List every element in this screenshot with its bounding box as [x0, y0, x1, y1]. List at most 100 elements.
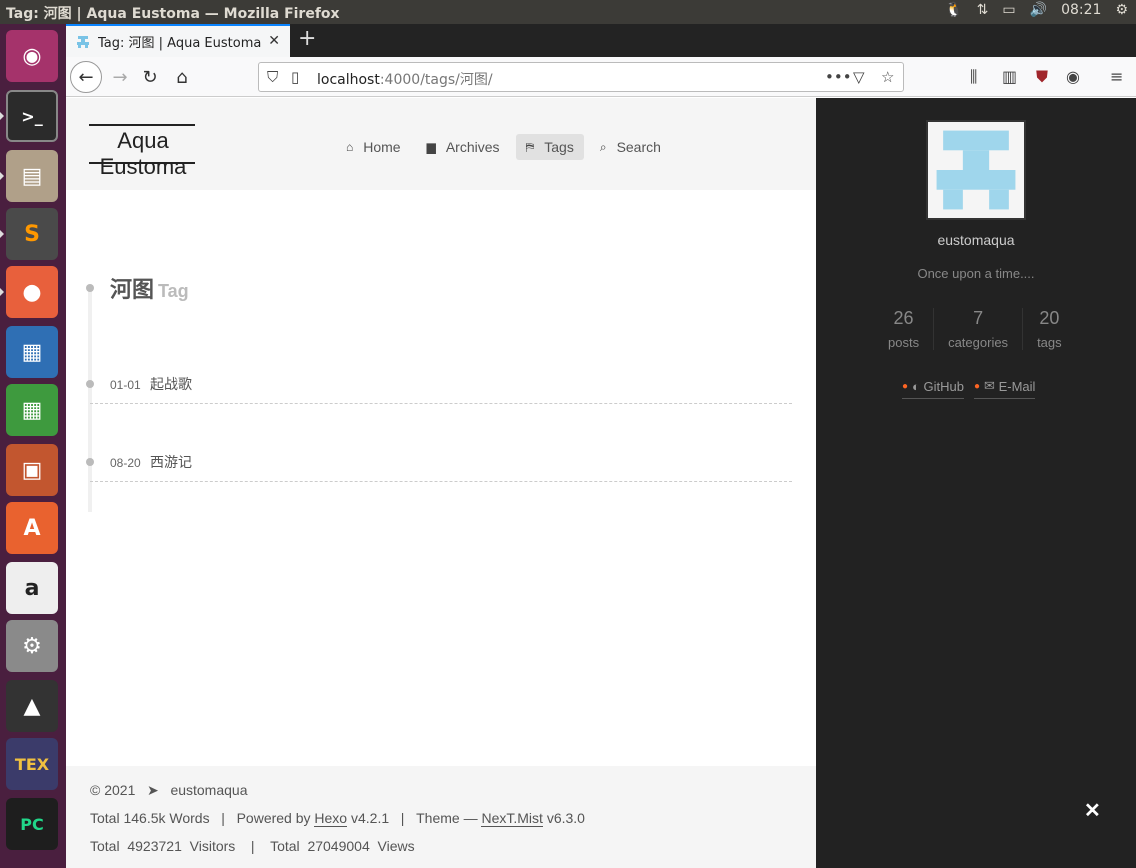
forward-button[interactable]: → [106, 63, 134, 91]
menu-item-search[interactable]: ⌕ Search [590, 134, 671, 160]
active-tab[interactable]: Tag: 河图 | Aqua Eustoma ✕ [66, 24, 290, 57]
menu-item-home[interactable]: ⌂ Home [336, 134, 411, 160]
visitors-label: Total [90, 838, 120, 854]
url-bar[interactable]: ⛉ ▯ localhost:4000/tags/河图/ ••• ▽ ☆ [258, 62, 904, 92]
url-text[interactable]: localhost:4000/tags/河图/ [317, 69, 493, 89]
pocket-icon[interactable]: ▽ [853, 68, 865, 86]
site-header: Aqua Eustoma ⌂ Home ▆ Archives ⛿ Tags ⌕ Sear… [66, 98, 816, 190]
new-tab-button[interactable]: + [298, 28, 316, 50]
menu-label: Archives [445, 139, 500, 155]
page-actions-icon[interactable]: ••• [825, 68, 852, 86]
post-title-link[interactable]: 西游记 [150, 452, 192, 472]
home-button[interactable]: ⌂ [168, 63, 196, 91]
battery-icon[interactable]: ▭ [1002, 2, 1015, 18]
hexo-version: v4.2.1 [350, 810, 390, 826]
software-center-icon[interactable]: A [6, 502, 58, 554]
reload-button[interactable]: ↻ [136, 63, 164, 91]
tex-icon[interactable]: TEX [6, 738, 58, 790]
sidebar: eustomaqua Once upon a time.... 26 posts … [816, 98, 1136, 868]
back-button[interactable]: ← [70, 61, 102, 93]
timeline-dot [86, 458, 94, 466]
views-count: 27049004 [307, 838, 370, 854]
tag-suffix: Tag [158, 281, 189, 301]
account-icon[interactable]: ◉ [1066, 67, 1080, 86]
url-path: :4000/tags/河图/ [379, 72, 493, 88]
tags-icon: ⛿ [525, 139, 535, 154]
close-tab-icon[interactable]: ✕ [268, 33, 280, 49]
files-icon[interactable]: ▤ [6, 150, 58, 202]
menu-item-archives[interactable]: ▆ Archives [417, 134, 510, 160]
tab-strip: Tag: 河图 | Aqua Eustoma ✕ + [66, 24, 1136, 57]
stat-posts[interactable]: 26 posts [874, 308, 933, 350]
amazon-icon[interactable]: a [6, 562, 58, 614]
separator: | [250, 838, 255, 854]
total-words: Total 146.5k Words [90, 810, 210, 826]
shield-icon[interactable]: ⛉ [267, 68, 278, 86]
theme-link[interactable]: NexT.Mist [481, 810, 543, 827]
views-unit: Views [377, 838, 415, 854]
stat-categories[interactable]: 7 categories [933, 308, 1022, 350]
hexo-link[interactable]: Hexo [314, 810, 348, 827]
settings-gear-icon[interactable]: ⚙ [1115, 2, 1128, 18]
timeline-dot [86, 284, 94, 292]
running-indicator [0, 172, 4, 180]
post-title-link[interactable]: 起战歌 [150, 374, 192, 394]
menu-label: Search [616, 139, 661, 155]
archive-icon: ▆ [426, 140, 436, 154]
post-date: 08-20 [110, 456, 141, 470]
page-info-icon[interactable]: ▯ [291, 68, 299, 86]
running-indicator [0, 112, 4, 120]
pycharm-icon[interactable]: PC [6, 798, 58, 850]
library-icon[interactable]: ⫼ [970, 67, 977, 87]
system-settings-icon[interactable]: ⚙ [6, 620, 58, 672]
sidebar-close-icon[interactable]: ✕ [1084, 798, 1101, 823]
site-favicon-icon [77, 35, 89, 48]
site-stats: 26 posts 7 categories 20 tags [874, 308, 1076, 350]
avatar-image [930, 124, 1022, 216]
tag-heading: 河图 Tag [110, 272, 189, 304]
bookmark-star-icon[interactable]: ☆ [881, 68, 894, 86]
os-top-bar: Tag: 河图 | Aqua Eustoma — Mozilla Firefox… [0, 0, 1136, 24]
post-date: 01-01 [110, 378, 141, 392]
url-host: localhost [317, 72, 380, 88]
inkscape-icon[interactable]: ▲ [6, 680, 58, 732]
envelope-icon: ✉ [984, 378, 995, 393]
link-label: E-Mail [998, 378, 1036, 394]
tag-name: 河图 [110, 277, 155, 302]
link-label: GitHub [923, 378, 964, 394]
stat-number: 20 [1039, 308, 1060, 328]
github-icon: ◐ [912, 378, 920, 394]
tux-icon[interactable]: 🐧 [945, 2, 962, 18]
site-brand[interactable]: Aqua Eustoma [72, 128, 214, 180]
email-link[interactable]: ● ✉ E-Mail [974, 378, 1036, 399]
brand-bottom-line [89, 162, 195, 164]
stat-tags[interactable]: 20 tags [1022, 308, 1076, 350]
visitors-unit: Visitors [189, 838, 236, 854]
libreoffice-impress-icon[interactable]: ▣ [6, 444, 58, 496]
stat-label: categories [948, 335, 1009, 350]
libreoffice-calc-icon[interactable]: ▦ [6, 384, 58, 436]
running-indicator [0, 288, 4, 296]
sidebar-toggle-icon[interactable]: ▥ [1002, 67, 1017, 86]
powered-by-label: Powered by [236, 810, 311, 826]
footer-author: eustomaqua [170, 782, 248, 798]
terminal-icon[interactable]: >_ [6, 90, 58, 142]
sidebar-author: eustomaqua [937, 232, 1015, 248]
clock[interactable]: 08:21 [1061, 2, 1101, 18]
avatar [926, 120, 1026, 220]
main-content: 河图 Tag 01-01 起战歌 08-20 西游记 [66, 190, 816, 766]
menu-hamburger-icon[interactable]: ≡ [1110, 67, 1123, 86]
network-icon[interactable]: ⇅ [977, 2, 989, 18]
ublock-icon[interactable]: ⛊ [1036, 67, 1048, 87]
volume-icon[interactable]: 🔊 [1030, 2, 1047, 18]
copyright-year: © 2021 [90, 782, 136, 798]
menu-item-tags[interactable]: ⛿ Tags [515, 134, 584, 160]
sidebar-description: Once upon a time.... [917, 266, 1035, 281]
libreoffice-writer-icon[interactable]: ▦ [6, 326, 58, 378]
paper-plane-icon: ➤ [147, 782, 159, 798]
firefox-icon[interactable]: ● [6, 266, 58, 318]
sublime-text-icon[interactable]: S [6, 208, 58, 260]
github-link[interactable]: ● ◐ GitHub [902, 378, 964, 399]
tab-title: Tag: 河图 | Aqua Eustoma [98, 36, 262, 51]
ubuntu-dash-icon[interactable]: ◉ [6, 30, 58, 82]
